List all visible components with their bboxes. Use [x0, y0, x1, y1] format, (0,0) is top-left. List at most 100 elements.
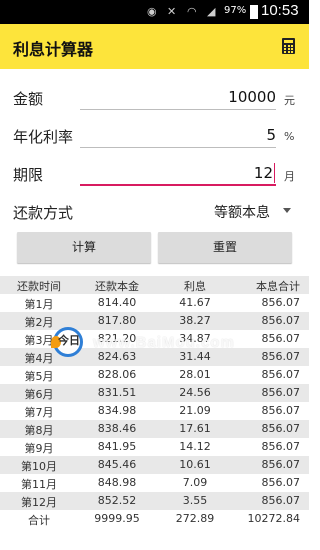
cell-time: 第2月 [24, 316, 54, 329]
reset-button[interactable]: 重置 [158, 232, 292, 263]
term-input[interactable]: 12 [180, 164, 273, 182]
cell-time: 第1月 [24, 298, 54, 311]
cell-interest: 14.12 [179, 440, 211, 453]
header-principal: 还款本金 [95, 280, 139, 293]
table-row: 第2月 817.80 38.27 856.07 [0, 312, 309, 330]
repayment-table: 还款时间 还款本金 利息 本息合计 第1月 814.40 41.67 856.0… [0, 276, 309, 528]
cell-total: 856.07 [261, 476, 301, 489]
cell-interest: 31.44 [179, 350, 211, 363]
rate-label: 年化利率 [13, 128, 74, 146]
cell-time: 第8月 [24, 424, 54, 437]
cell-time: 第9月 [24, 442, 54, 455]
calculate-button[interactable]: 计算 [17, 232, 151, 263]
table-row: 第12月 852.52 3.55 856.07 [0, 492, 309, 510]
cell-total: 856.07 [261, 422, 301, 435]
cell-total: 856.07 [261, 368, 301, 381]
cell-principal: 824.63 [97, 350, 137, 363]
cell-principal: 852.52 [97, 494, 137, 507]
cell-total: 856.07 [261, 314, 301, 327]
amount-unit: 元 [284, 94, 295, 107]
cell-total: 856.07 [261, 296, 301, 309]
rate-input[interactable]: 5 [180, 126, 276, 144]
table-row: 第7月 834.98 21.09 856.07 [0, 402, 309, 420]
status-bar: ◉ ✕ ◠ ◢ 97% 10:53 [0, 0, 309, 24]
cell-time: 第12月 [21, 496, 57, 509]
table-row: 第6月 831.51 24.56 856.07 [0, 384, 309, 402]
table-row: 第5月 828.06 28.01 856.07 [0, 366, 309, 384]
cell-total: 856.07 [261, 386, 301, 399]
cell-interest: 17.61 [179, 422, 211, 435]
cell-interest: 24.56 [179, 386, 211, 399]
cell-time: 第10月 [21, 460, 57, 473]
total-label: 合计 [28, 514, 50, 527]
table-row: 第4月 824.63 31.44 856.07 [0, 348, 309, 366]
app-bar: 利息计算器 [0, 24, 309, 69]
cell-total: 856.07 [261, 458, 301, 471]
calculator-icon[interactable] [282, 38, 295, 54]
app-title: 利息计算器 [13, 40, 94, 59]
chevron-down-icon[interactable] [283, 208, 291, 213]
cell-time: 第5月 [24, 370, 54, 383]
table-row: 第3月 821.20 34.87 856.07 [0, 330, 309, 348]
total-principal: 9999.95 [94, 512, 140, 525]
cell-time: 第3月 [24, 334, 54, 347]
mute-icon: ✕ [167, 5, 177, 18]
cell-total: 856.07 [261, 350, 301, 363]
rate-unit: % [284, 130, 295, 143]
cell-principal: 821.20 [97, 332, 137, 345]
header-interest: 利息 [184, 280, 206, 293]
term-label: 期限 [13, 166, 44, 184]
amount-underline [80, 109, 276, 110]
cell-time: 第7月 [24, 406, 54, 419]
total-interest: 272.89 [175, 512, 215, 525]
table-total-row: 合计 9999.95 272.89 10272.84 [0, 510, 309, 528]
cell-time: 第4月 [24, 352, 54, 365]
table-row: 第10月 845.46 10.61 856.07 [0, 456, 309, 474]
cell-principal: 838.46 [97, 422, 137, 435]
cell-interest: 3.55 [182, 494, 208, 507]
signal-icon: ◢ [207, 5, 216, 18]
header-total: 本息合计 [256, 280, 300, 293]
cell-principal: 831.51 [97, 386, 137, 399]
text-cursor [274, 163, 275, 183]
amount-input[interactable]: 10000 [180, 88, 276, 106]
cell-principal: 814.40 [97, 296, 137, 309]
table-row: 第9月 841.95 14.12 856.07 [0, 438, 309, 456]
wifi-icon: ◠ [187, 5, 197, 18]
cell-interest: 41.67 [179, 296, 211, 309]
clock: 10:53 [261, 2, 299, 19]
cell-time: 第6月 [24, 388, 54, 401]
battery-percent: 97% [224, 5, 247, 16]
method-label: 还款方式 [13, 204, 74, 222]
total-sum: 10272.84 [247, 512, 301, 525]
cell-total: 856.07 [261, 332, 301, 345]
term-unit: 月 [284, 170, 295, 183]
table-row: 第8月 838.46 17.61 856.07 [0, 420, 309, 438]
cell-time: 第11月 [21, 478, 57, 491]
cell-interest: 10.61 [179, 458, 211, 471]
cell-principal: 817.80 [97, 314, 137, 327]
cell-total: 856.07 [261, 440, 301, 453]
term-underline [80, 184, 276, 186]
cell-interest: 34.87 [179, 332, 211, 345]
cell-interest: 7.09 [182, 476, 208, 489]
cell-total: 856.07 [261, 404, 301, 417]
rate-underline [80, 147, 276, 148]
cell-total: 856.07 [261, 494, 301, 507]
battery-icon [250, 5, 258, 19]
cell-interest: 28.01 [179, 368, 211, 381]
table-row: 第11月 848.98 7.09 856.07 [0, 474, 309, 492]
table-header: 还款时间 还款本金 利息 本息合计 [0, 276, 309, 294]
cell-principal: 828.06 [97, 368, 137, 381]
cell-principal: 834.98 [97, 404, 137, 417]
eye-icon: ◉ [147, 5, 157, 18]
cell-interest: 21.09 [179, 404, 211, 417]
cell-principal: 841.95 [97, 440, 137, 453]
header-time: 还款时间 [17, 280, 61, 293]
amount-label: 金额 [13, 90, 44, 108]
cell-principal: 848.98 [97, 476, 137, 489]
cell-interest: 38.27 [179, 314, 211, 327]
table-row: 第1月 814.40 41.67 856.07 [0, 294, 309, 312]
method-select[interactable]: 等额本息 [214, 202, 270, 222]
cell-principal: 845.46 [97, 458, 137, 471]
